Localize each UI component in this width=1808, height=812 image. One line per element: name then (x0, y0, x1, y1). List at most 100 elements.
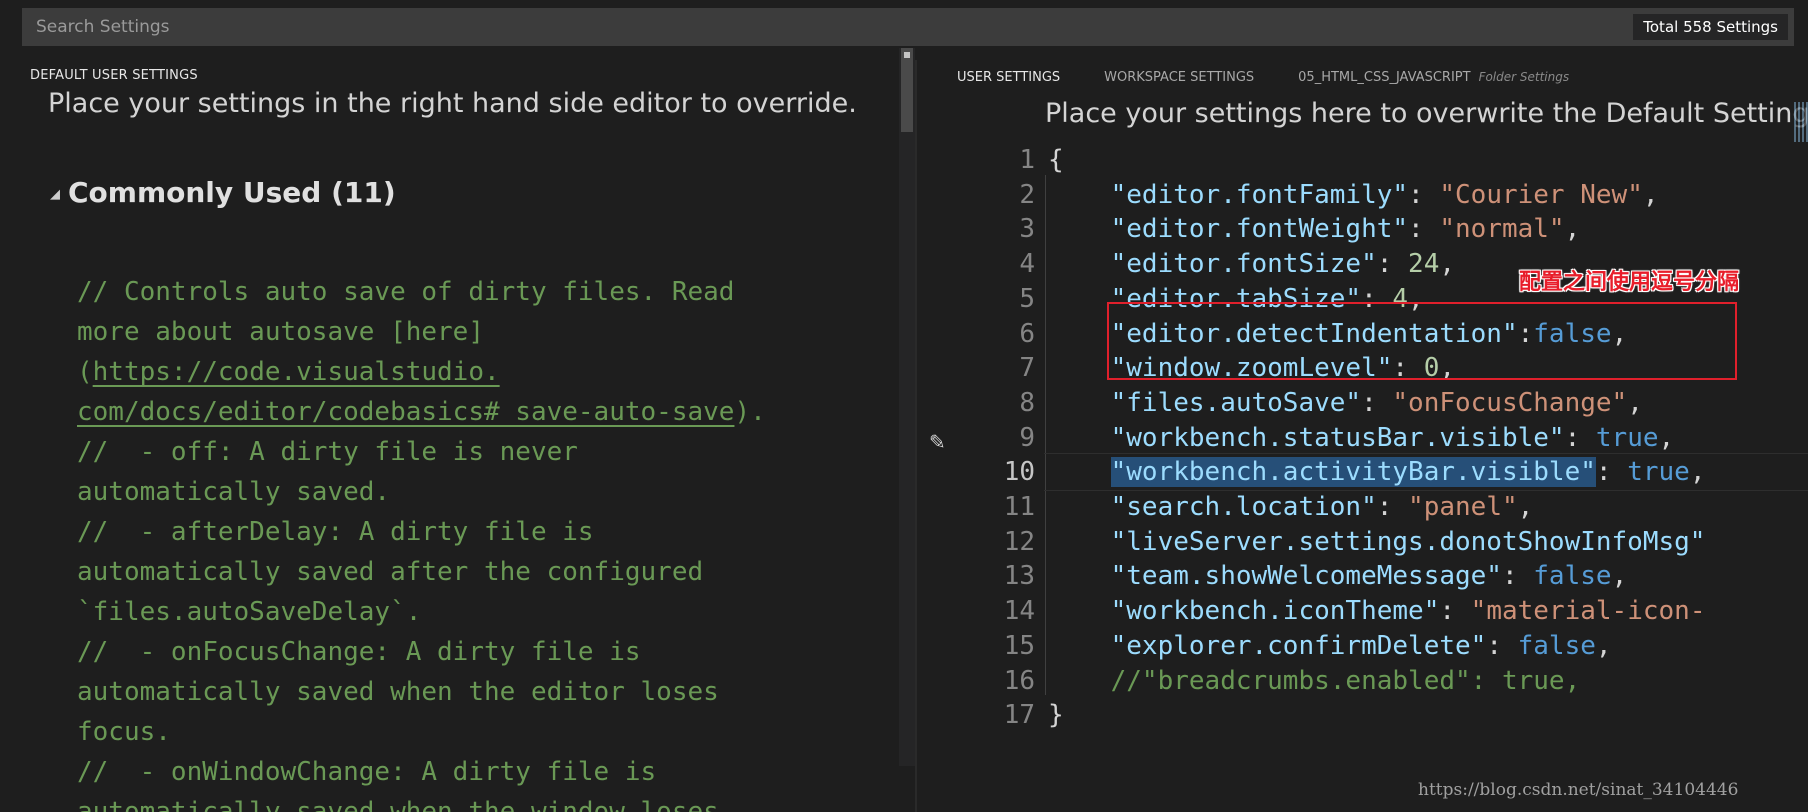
code-token: : (1439, 596, 1471, 627)
code-token: , (1627, 387, 1643, 418)
code-token: , (1564, 214, 1581, 245)
comment-text: // Controls auto save of dirty files. Re… (77, 277, 735, 307)
comment-text: focus. (77, 717, 171, 747)
settings-count-badge: Total 558 Settings (1633, 14, 1788, 40)
comment-text: automatically saved after the configured (77, 557, 704, 587)
code-token: "workbench.iconTheme" (1110, 596, 1440, 627)
left-scrollbar[interactable] (899, 48, 915, 766)
code-token: "panel" (1408, 492, 1518, 522)
comment-text: ( (77, 357, 93, 387)
tab-sublabel: Folder Settings (1478, 70, 1570, 84)
comment-line: more about autosave [here] (77, 312, 877, 352)
comment-line: automatically saved when the editor lose… (77, 672, 877, 712)
code-token: "workbench.statusBar.visible" (1110, 422, 1565, 453)
default-settings-header: DEFAULT USER SETTINGS (30, 68, 198, 83)
code-token: : (1376, 492, 1409, 522)
comment-text: more about autosave [here] (77, 317, 484, 347)
code-token: "search.location" (1110, 492, 1377, 522)
triangle-down-icon[interactable]: ◢ (50, 187, 60, 202)
minimap[interactable] (1794, 102, 1808, 142)
code-token: //"breadcrumbs.enabled": true, (1110, 665, 1581, 696)
watermark: https://blog.csdn.net/sinat_34104446 (1418, 780, 1739, 800)
code-token: "material-icon- (1470, 596, 1706, 627)
tab-label: WORKSPACE SETTINGS (1104, 70, 1255, 85)
tab-label: USER SETTINGS (957, 70, 1061, 85)
code-token: : (1408, 214, 1440, 245)
tab-workspace-settings[interactable]: WORKSPACE SETTINGS (1104, 70, 1254, 89)
doc-link[interactable]: https://code.visualstudio. (93, 357, 500, 387)
tab-user-settings[interactable]: USER SETTINGS (957, 70, 1060, 89)
comment-text: ). (734, 397, 766, 427)
code-token: , (1439, 249, 1456, 280)
default-settings-info: Place your settings in the right hand si… (48, 88, 857, 119)
comment-text: automatically saved. (77, 477, 391, 507)
doc-link[interactable]: com/docs/editor/codebasics#_save-auto-sa… (77, 397, 734, 427)
user-settings-panel: USER SETTINGS WORKSPACE SETTINGS 05_HTML_C… (917, 46, 1808, 812)
comment-line: // - onFocusChange: A dirty file is (77, 632, 877, 672)
comment-text: // - off: A dirty file is never (77, 437, 578, 467)
code-token: : (1501, 561, 1534, 592)
code-token: : (1376, 249, 1409, 280)
code-token: , (1517, 492, 1534, 522)
section-commonly-used[interactable]: ◢ Commonly Used (11) (50, 176, 396, 209)
annotation-text: 配置之间使用逗号分隔 (1519, 270, 1740, 295)
code-token: "liveServer.settings.donotShowInfoMsg" (1110, 526, 1706, 557)
code-line[interactable]: 17} (917, 695, 1808, 735)
comment-line: `files.autoSaveDelay`. (77, 592, 877, 632)
code-token: : (1486, 630, 1518, 661)
code-token: , (1658, 422, 1675, 453)
code-token: , (1611, 561, 1628, 592)
code-token: : (1361, 387, 1393, 418)
code-token: true (1627, 457, 1690, 488)
comment-line: com/docs/editor/codebasics#_save-auto-sa… (77, 392, 877, 432)
comment-text: // - onWindowChange: A dirty file is (77, 757, 657, 787)
code-token: false (1517, 630, 1596, 661)
comment-line: focus. (77, 712, 877, 752)
code-token: , (1689, 457, 1706, 488)
comment-text: automatically saved when the window lose… (77, 797, 719, 812)
left-scroll-thumb[interactable] (901, 48, 913, 132)
comment-line: automatically saved after the configured (77, 552, 877, 592)
comment-line: // Controls auto save of dirty files. Re… (77, 272, 877, 312)
comment-text: `files.autoSaveDelay`. (77, 597, 422, 627)
code-token: true (1595, 422, 1659, 453)
code-token: "editor.fontFamily" (1110, 179, 1409, 210)
comment-line: // - off: A dirty file is never (77, 432, 877, 472)
code-token: , (1642, 179, 1659, 210)
section-label: Commonly Used (11) (68, 176, 396, 209)
tab-folder-settings[interactable]: 05_HTML_CSS_JAVASCRIPT Folder Settings (1298, 70, 1569, 89)
user-settings-info: Place your settings here to overwrite th… (1045, 98, 1808, 129)
code-token: { (1048, 145, 1064, 175)
comment-text: // - afterDelay: A dirty file is (77, 517, 594, 547)
code-token: } (1048, 700, 1064, 731)
code-token: false (1533, 561, 1612, 592)
code-token: "onFocusChange" (1392, 387, 1628, 418)
search-input[interactable] (22, 8, 1794, 46)
tab-label: 05_HTML_CSS_JAVASCRIPT (1298, 70, 1471, 85)
code-token: "explorer.confirmDelete" (1110, 630, 1487, 661)
comment-line: automatically saved when the window lose… (77, 792, 877, 812)
code-token: "normal" (1439, 214, 1565, 245)
settings-json-editor[interactable]: 1{2 "editor.fontFamily": "Courier New", 3… (917, 142, 1808, 812)
code-token: 24 (1408, 249, 1440, 280)
comment-text: // - onFocusChange: A dirty file is (77, 637, 641, 667)
setting-description: // Controls auto save of dirty files. Re… (77, 272, 877, 812)
annotation-highlight-box (1107, 302, 1737, 380)
code-token: "editor.fontWeight" (1110, 214, 1409, 245)
settings-tab-bar: USER SETTINGS WORKSPACE SETTINGS 05_HTML_C… (957, 66, 1613, 96)
code-token: "team.showWelcomeMessage" (1110, 561, 1502, 592)
code-token: "workbench.activityBar.visible" (1110, 457, 1596, 488)
